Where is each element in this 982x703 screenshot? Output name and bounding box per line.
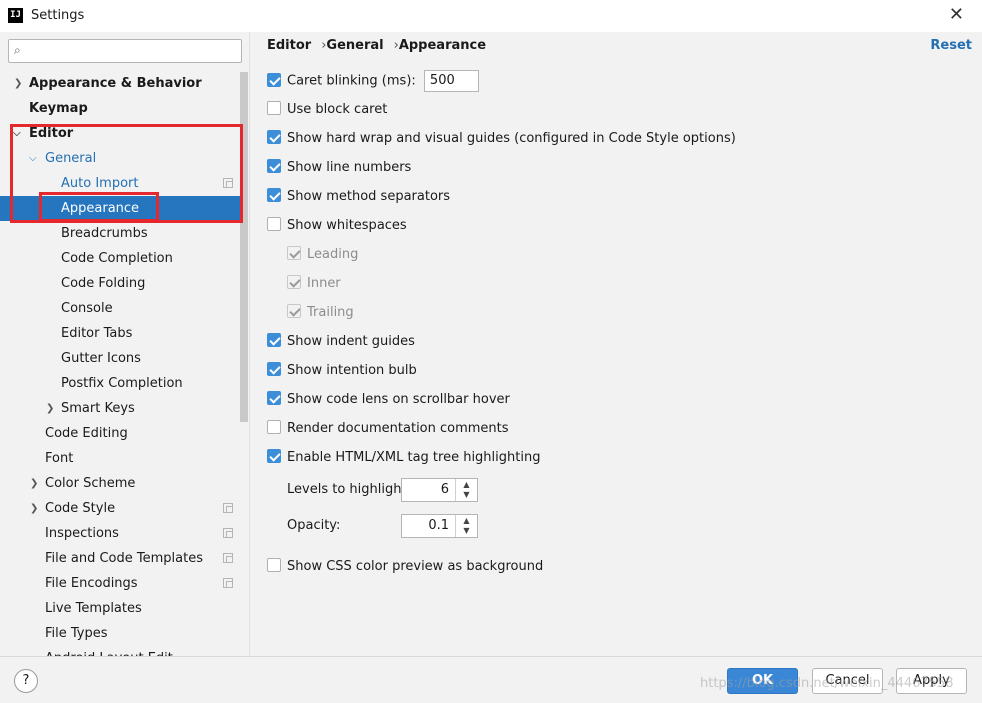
project-settings-icon [223, 553, 233, 563]
apply-button[interactable]: Apply [896, 668, 967, 694]
css-preview-checkbox[interactable] [267, 558, 281, 572]
breadcrumb-appearance: Appearance [398, 38, 487, 53]
chevron-right-icon: ❯ [14, 78, 23, 89]
indent-guides-checkbox[interactable] [267, 333, 281, 347]
method-separators-checkbox[interactable] [267, 188, 281, 202]
levels-value[interactable]: 6 [441, 482, 449, 497]
tree-item-console[interactable]: Console [0, 296, 240, 321]
intention-bulb-checkbox[interactable] [267, 362, 281, 376]
title-bar: IJ Settings ✕ [0, 0, 982, 32]
inner-option: Inner [287, 275, 341, 295]
reset-link[interactable]: Reset [930, 38, 972, 53]
breadcrumb-editor[interactable]: Editor [267, 38, 311, 53]
tree-item-gutter-icons[interactable]: Gutter Icons [0, 346, 240, 371]
opacity-value[interactable]: 0.1 [428, 518, 449, 533]
project-settings-icon [223, 503, 233, 513]
tree-item-font[interactable]: Font [0, 446, 240, 471]
line-numbers-option: Show line numbers [267, 159, 411, 179]
breadcrumb-general[interactable]: General [326, 38, 383, 53]
tree-item-appearance-behavior[interactable]: ❯ Appearance & Behavior [0, 71, 240, 96]
leading-checkbox [287, 246, 301, 260]
tree-item-smart-keys[interactable]: ❯ Smart Keys [0, 396, 240, 421]
whitespaces-checkbox[interactable] [267, 217, 281, 231]
spinner-arrows-icon[interactable]: ▲ ▼ [455, 515, 477, 537]
block-caret-checkbox[interactable] [267, 101, 281, 115]
intention-bulb-option: Show intention bulb [267, 362, 417, 382]
intellij-app-icon: IJ [8, 8, 23, 23]
breadcrumb: Editor ›General ›Appearance [267, 38, 486, 53]
dialog-button-bar: ? OK Cancel Apply https://blog.csdn.net/… [0, 656, 982, 703]
tree-item-file-encodings[interactable]: File Encodings [0, 571, 240, 596]
indent-guides-option: Show indent guides [267, 333, 415, 353]
tree-item-code-folding[interactable]: Code Folding [0, 271, 240, 296]
search-field[interactable]: ⌕ [8, 39, 242, 63]
render-docs-checkbox[interactable] [267, 420, 281, 434]
levels-label: Levels to highlight: [287, 482, 411, 497]
caret-blinking-input[interactable]: 500 [423, 70, 479, 92]
tree-item-android-layout-editor[interactable]: Android Layout Edit [0, 646, 240, 656]
opacity-label: Opacity: [287, 518, 341, 533]
whitespaces-option: Show whitespaces [267, 217, 407, 237]
method-separators-option: Show method separators [267, 188, 450, 208]
search-input[interactable] [33, 42, 233, 60]
annotation-highlight-appearance [39, 192, 159, 222]
inner-checkbox [287, 275, 301, 289]
levels-spinner[interactable]: 6 ▲ ▼ [401, 478, 478, 502]
settings-content-panel: Editor ›General ›Appearance Reset Caret bl… [251, 32, 982, 656]
line-numbers-checkbox[interactable] [267, 159, 281, 173]
trailing-checkbox [287, 304, 301, 318]
tree-item-file-types[interactable]: File Types [0, 621, 240, 646]
code-lens-option: Show code lens on scrollbar hover [267, 391, 510, 411]
help-button[interactable]: ? [14, 669, 38, 693]
chevron-right-icon: ❯ [30, 503, 39, 514]
tree-item-breadcrumbs[interactable]: Breadcrumbs [0, 221, 240, 246]
hard-wrap-checkbox[interactable] [267, 130, 281, 144]
trailing-option: Trailing [287, 304, 354, 324]
tree-item-color-scheme[interactable]: ❯ Color Scheme [0, 471, 240, 496]
project-settings-icon [223, 578, 233, 588]
caret-blinking-option: Caret blinking (ms): 500 [267, 70, 479, 92]
ok-button[interactable]: OK [727, 668, 798, 694]
tree-item-code-style[interactable]: ❯ Code Style [0, 496, 240, 521]
window-title: Settings [31, 8, 85, 23]
tree-item-live-templates[interactable]: Live Templates [0, 596, 240, 621]
tag-tree-option: Enable HTML/XML tag tree highlighting [267, 449, 540, 469]
project-settings-icon [223, 528, 233, 538]
hard-wrap-option: Show hard wrap and visual guides (config… [267, 130, 736, 150]
tree-item-editor-tabs[interactable]: Editor Tabs [0, 321, 240, 346]
spinner-arrows-icon[interactable]: ▲ ▼ [455, 479, 477, 501]
search-icon: ⌕ [14, 43, 21, 57]
chevron-right-icon: ❯ [46, 403, 55, 414]
tree-item-inspections[interactable]: Inspections [0, 521, 240, 546]
tree-item-code-editing[interactable]: Code Editing [0, 421, 240, 446]
close-icon[interactable]: ✕ [949, 4, 964, 25]
tag-tree-checkbox[interactable] [267, 449, 281, 463]
cancel-button[interactable]: Cancel [812, 668, 883, 694]
caret-blinking-checkbox[interactable] [267, 72, 281, 87]
code-lens-checkbox[interactable] [267, 391, 281, 405]
tree-item-postfix-completion[interactable]: Postfix Completion [0, 371, 240, 396]
opacity-spinner[interactable]: 0.1 ▲ ▼ [401, 514, 478, 538]
chevron-right-icon: ❯ [30, 478, 39, 489]
render-docs-option: Render documentation comments [267, 420, 509, 440]
leading-option: Leading [287, 246, 358, 266]
css-preview-option: Show CSS color preview as background [267, 558, 543, 578]
tree-item-file-code-templates[interactable]: File and Code Templates [0, 546, 240, 571]
block-caret-option: Use block caret [267, 101, 387, 121]
tree-item-code-completion[interactable]: Code Completion [0, 246, 240, 271]
tree-item-keymap[interactable]: Keymap [0, 96, 240, 121]
